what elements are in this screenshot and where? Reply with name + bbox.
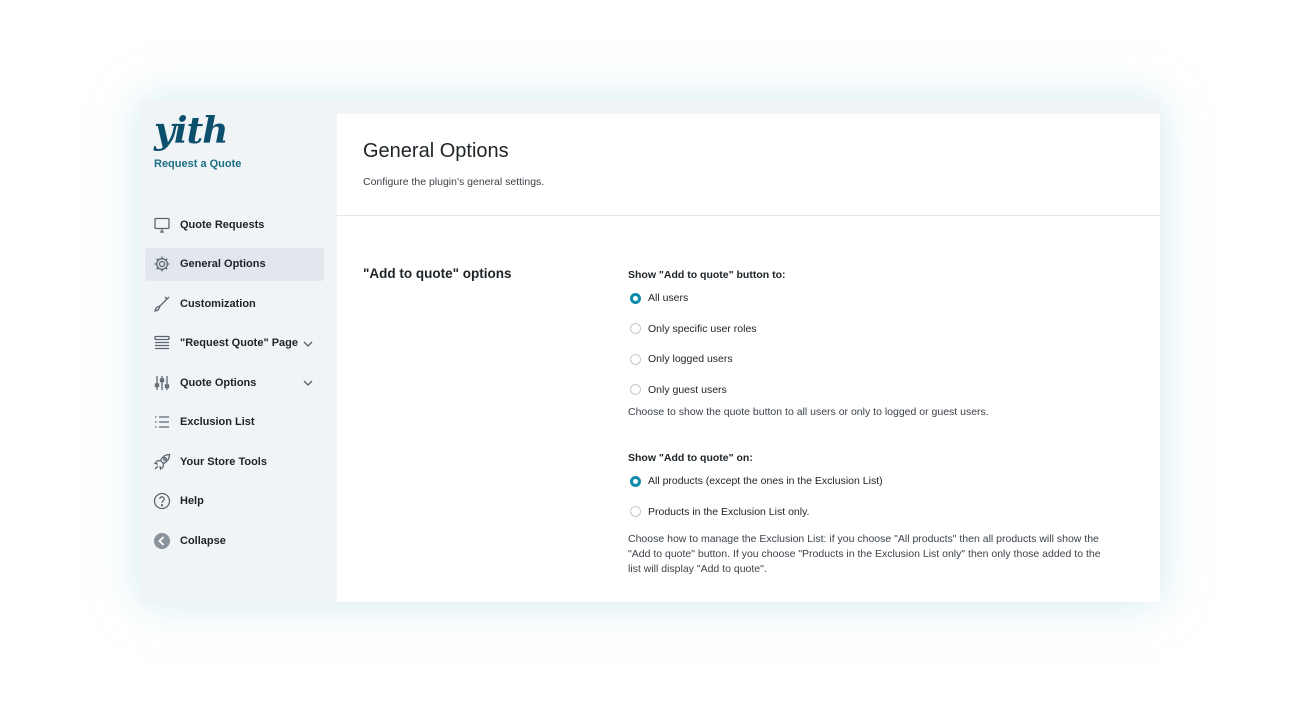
sidebar-item-exclusion-list[interactable]: Exclusion List: [145, 406, 324, 439]
radio-label: Only guest users: [648, 383, 727, 396]
show-to-radio-group: All users Only specific user roles Only …: [628, 283, 989, 405]
page-title: General Options: [363, 140, 509, 162]
help-icon: [153, 492, 171, 510]
sidebar-item-label: Help: [180, 495, 204, 507]
radio-label: Only specific user roles: [648, 322, 757, 335]
brush-icon: [153, 295, 171, 313]
radio-button[interactable]: [630, 475, 641, 487]
sidebar-item-label: Your Store Tools: [180, 455, 267, 468]
chevron-down-icon[interactable]: [302, 338, 314, 350]
list-icon: [153, 413, 171, 431]
radio-label: Only logged users: [648, 353, 733, 366]
radio-button[interactable]: [630, 292, 641, 304]
radio-label: All products (except the ones in the Exc…: [648, 475, 883, 488]
main-content: General Options Configure the plugin's g…: [337, 114, 1160, 602]
radio-specific-user-roles[interactable]: Only specific user roles: [628, 314, 989, 345]
show-to-group: Show "Add to quote" button to: All users…: [628, 268, 989, 420]
app-window: yith Request a Quote Quote Requests Gene…: [140, 100, 1160, 602]
show-on-help: Choose how to manage the Exclusion List:…: [628, 533, 1101, 575]
sidebar-item-label: Quote Requests: [180, 218, 265, 231]
collapse-icon: [153, 532, 171, 550]
radio-button[interactable]: [630, 384, 641, 396]
plugin-name: Request a Quote: [154, 158, 242, 170]
show-on-group: Show "Add to quote" on: All products (ex…: [628, 451, 1118, 577]
sidebar-item-collapse[interactable]: Collapse: [145, 524, 324, 557]
rocket-icon: [153, 453, 171, 471]
sidebar-item-help[interactable]: Help: [145, 485, 324, 518]
sidebar-item-store-tools[interactable]: Your Store Tools: [145, 445, 324, 478]
radio-button[interactable]: [630, 506, 641, 518]
radio-guest-users[interactable]: Only guest users: [628, 375, 989, 406]
page-header: General Options Configure the plugin's g…: [337, 114, 1160, 216]
show-on-radio-group: All products (except the ones in the Exc…: [628, 466, 1118, 527]
chevron-down-icon[interactable]: [302, 377, 314, 389]
sidebar-item-label: Exclusion List: [180, 416, 255, 428]
yith-logo: yith: [154, 110, 228, 152]
radio-button[interactable]: [630, 353, 641, 365]
sidebar-item-request-quote-page[interactable]: "Request Quote" Page: [145, 327, 324, 360]
sliders-icon: [153, 374, 171, 392]
sidebar-item-customization[interactable]: Customization: [145, 287, 324, 320]
radio-label: Products in the Exclusion List only.: [648, 505, 810, 518]
radio-label: All users: [648, 292, 689, 305]
sidebar-item-label: Collapse: [180, 534, 226, 547]
layers-icon: [153, 334, 171, 352]
sidebar-item-label: "Request Quote" Page: [180, 337, 299, 349]
radio-button[interactable]: [630, 323, 641, 335]
brand: yith Request a Quote: [154, 112, 241, 170]
show-to-help: Choose to show the quote button to all u…: [628, 406, 989, 418]
sidebar-item-label: Quote Options: [180, 376, 257, 389]
sidebar-item-quote-requests[interactable]: Quote Requests: [145, 208, 324, 241]
radio-logged-users[interactable]: Only logged users: [628, 344, 989, 375]
sidebar-item-label: Customization: [180, 297, 256, 310]
radio-all-products[interactable]: All products (except the ones in the Exc…: [628, 466, 1118, 497]
sidebar-nav: Quote Requests General Options Customiza…: [145, 208, 324, 564]
section-title: "Add to quote" options: [363, 266, 512, 281]
radio-all-users[interactable]: All users: [628, 283, 989, 314]
sidebar-item-label: General Options: [180, 258, 266, 270]
gear-icon: [153, 255, 171, 273]
page-description: Configure the plugin's general settings.: [363, 176, 545, 188]
monitor-icon: [153, 216, 171, 234]
radio-exclusion-list-only[interactable]: Products in the Exclusion List only.: [628, 497, 1118, 528]
sidebar: yith Request a Quote Quote Requests Gene…: [140, 100, 337, 602]
sidebar-item-general-options[interactable]: General Options: [145, 247, 324, 281]
sidebar-item-quote-options[interactable]: Quote Options: [145, 366, 324, 399]
